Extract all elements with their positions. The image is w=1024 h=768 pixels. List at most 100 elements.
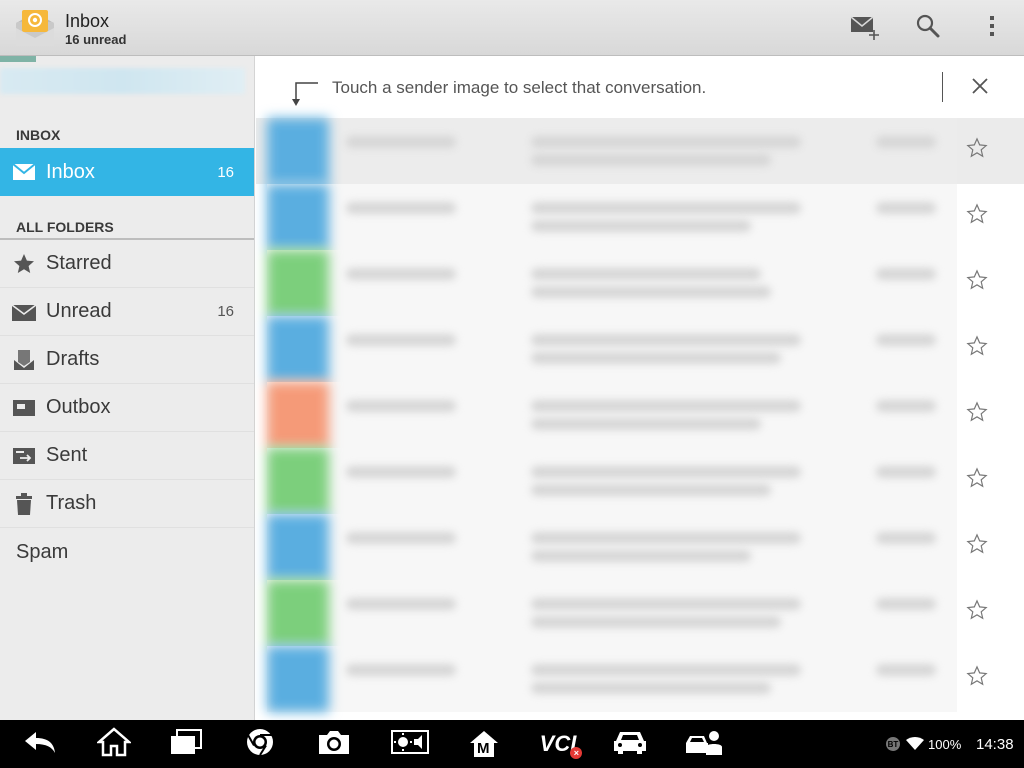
email-app-icon[interactable] bbox=[14, 8, 58, 48]
sidebar-item-label: Outbox bbox=[46, 396, 111, 418]
conversation-list bbox=[256, 118, 1024, 720]
sidebar-item-label: Inbox bbox=[46, 160, 95, 183]
sidebar-item-spam[interactable]: Spam bbox=[0, 528, 254, 576]
conversation-row[interactable] bbox=[256, 184, 1024, 250]
mail-icon bbox=[0, 163, 46, 181]
compose-button[interactable] bbox=[844, 8, 884, 48]
sender-avatar[interactable] bbox=[267, 382, 329, 448]
conversation-row[interactable] bbox=[256, 448, 1024, 514]
mechanic-icon bbox=[684, 727, 724, 762]
conversation-content-blurred bbox=[267, 514, 957, 580]
clock: 14:38 bbox=[976, 736, 1014, 753]
corner-arrow-icon bbox=[290, 82, 320, 113]
star-outline-icon bbox=[966, 532, 988, 560]
sidebar-item-label: Spam bbox=[16, 540, 69, 563]
sidebar-item-outbox[interactable]: Outbox bbox=[0, 384, 254, 432]
sidebar-item-starred[interactable]: Starred bbox=[0, 240, 254, 288]
sidebar-item-drafts[interactable]: Drafts bbox=[0, 336, 254, 384]
mechanic-button[interactable] bbox=[682, 726, 726, 762]
sidebar-item-unread[interactable]: Unread 16 bbox=[0, 288, 254, 336]
vci-button[interactable]: VCI × bbox=[532, 726, 584, 762]
inbox-section-header: INBOX bbox=[16, 127, 61, 143]
folder-count: 16 bbox=[217, 303, 234, 320]
all-folders-section-header: ALL FOLDERS bbox=[16, 219, 114, 235]
star-toggle[interactable] bbox=[964, 598, 990, 625]
star-icon bbox=[0, 252, 46, 276]
wifi-status-icon bbox=[906, 737, 924, 756]
account-selector[interactable] bbox=[0, 68, 245, 94]
compose-icon bbox=[847, 11, 881, 46]
trash-icon bbox=[0, 492, 46, 516]
recent-apps-button[interactable] bbox=[164, 726, 208, 762]
sidebar-item-sent[interactable]: Sent bbox=[0, 432, 254, 480]
sender-avatar[interactable] bbox=[267, 580, 329, 646]
recent-apps-icon bbox=[169, 728, 203, 761]
dismiss-hint-button[interactable] bbox=[960, 68, 1000, 108]
sender-avatar[interactable] bbox=[267, 118, 329, 184]
conversation-row[interactable] bbox=[256, 514, 1024, 580]
brightness-volume-icon bbox=[390, 728, 430, 761]
selection-hint-text: Touch a sender image to select that conv… bbox=[332, 78, 707, 97]
m-app-label: M bbox=[477, 740, 490, 757]
conversation-content-blurred bbox=[267, 448, 957, 514]
sender-avatar[interactable] bbox=[267, 514, 329, 580]
star-toggle[interactable] bbox=[964, 202, 990, 229]
star-toggle[interactable] bbox=[964, 268, 990, 296]
star-toggle[interactable] bbox=[964, 334, 990, 362]
conversation-row[interactable] bbox=[256, 580, 1024, 646]
sidebar-item-inbox[interactable]: Inbox 16 bbox=[0, 148, 254, 196]
star-outline-icon bbox=[966, 400, 988, 428]
star-toggle[interactable] bbox=[964, 136, 990, 164]
star-toggle[interactable] bbox=[964, 664, 990, 691]
conversation-row[interactable] bbox=[256, 646, 1024, 712]
sidebar-item-label: Drafts bbox=[46, 348, 100, 370]
conversation-row[interactable] bbox=[256, 118, 1024, 184]
conversation-row[interactable] bbox=[256, 250, 1024, 316]
star-outline-icon bbox=[966, 334, 988, 362]
brightness-volume-button[interactable] bbox=[388, 726, 432, 762]
star-outline-icon bbox=[966, 466, 988, 494]
bluetooth-status-icon: BT bbox=[886, 737, 900, 751]
camera-button[interactable] bbox=[312, 726, 356, 762]
conversation-row[interactable] bbox=[256, 382, 1024, 448]
star-toggle[interactable] bbox=[964, 532, 990, 560]
star-outline-icon bbox=[966, 136, 988, 164]
unread-count-subtitle: 16 unread bbox=[65, 32, 127, 47]
search-button[interactable] bbox=[908, 8, 948, 48]
back-icon bbox=[22, 729, 58, 760]
system-navigation-bar: M VCI × BT 100% 14:38 bbox=[0, 720, 1024, 768]
camera-icon bbox=[316, 728, 352, 761]
search-icon bbox=[915, 13, 941, 44]
page-title: Inbox bbox=[65, 11, 110, 31]
star-toggle[interactable] bbox=[964, 466, 990, 494]
sender-avatar[interactable] bbox=[267, 646, 329, 712]
browser-button[interactable] bbox=[238, 726, 282, 762]
vehicle-button[interactable] bbox=[608, 726, 652, 762]
battery-status: 100% bbox=[928, 737, 962, 752]
back-button[interactable] bbox=[18, 726, 62, 762]
sender-avatar[interactable] bbox=[267, 250, 329, 316]
sidebar-item-trash[interactable]: Trash bbox=[0, 480, 254, 528]
conversation-content-blurred bbox=[267, 646, 957, 712]
conversation-content-blurred bbox=[267, 580, 957, 646]
sender-avatar[interactable] bbox=[267, 184, 329, 250]
overflow-menu-button[interactable] bbox=[972, 8, 1012, 48]
m-app-button[interactable]: M bbox=[462, 726, 506, 762]
selection-hint-bar: Touch a sender image to select that conv… bbox=[256, 56, 1024, 118]
hint-divider bbox=[942, 72, 943, 102]
star-toggle[interactable] bbox=[964, 400, 990, 428]
sender-avatar[interactable] bbox=[267, 316, 329, 382]
star-outline-icon bbox=[966, 268, 988, 296]
conversation-content-blurred bbox=[267, 184, 957, 250]
sender-avatar[interactable] bbox=[267, 448, 329, 514]
vci-icon: VCI × bbox=[540, 731, 583, 759]
conversation-content-blurred bbox=[267, 316, 957, 382]
overflow-menu-icon bbox=[988, 14, 996, 43]
sent-icon bbox=[0, 447, 46, 465]
home-button[interactable] bbox=[92, 726, 136, 762]
car-icon bbox=[612, 729, 648, 760]
conversation-content-blurred bbox=[267, 382, 957, 448]
conversation-row[interactable] bbox=[256, 316, 1024, 382]
error-badge-icon: × bbox=[570, 747, 583, 759]
outbox-icon bbox=[0, 399, 46, 417]
